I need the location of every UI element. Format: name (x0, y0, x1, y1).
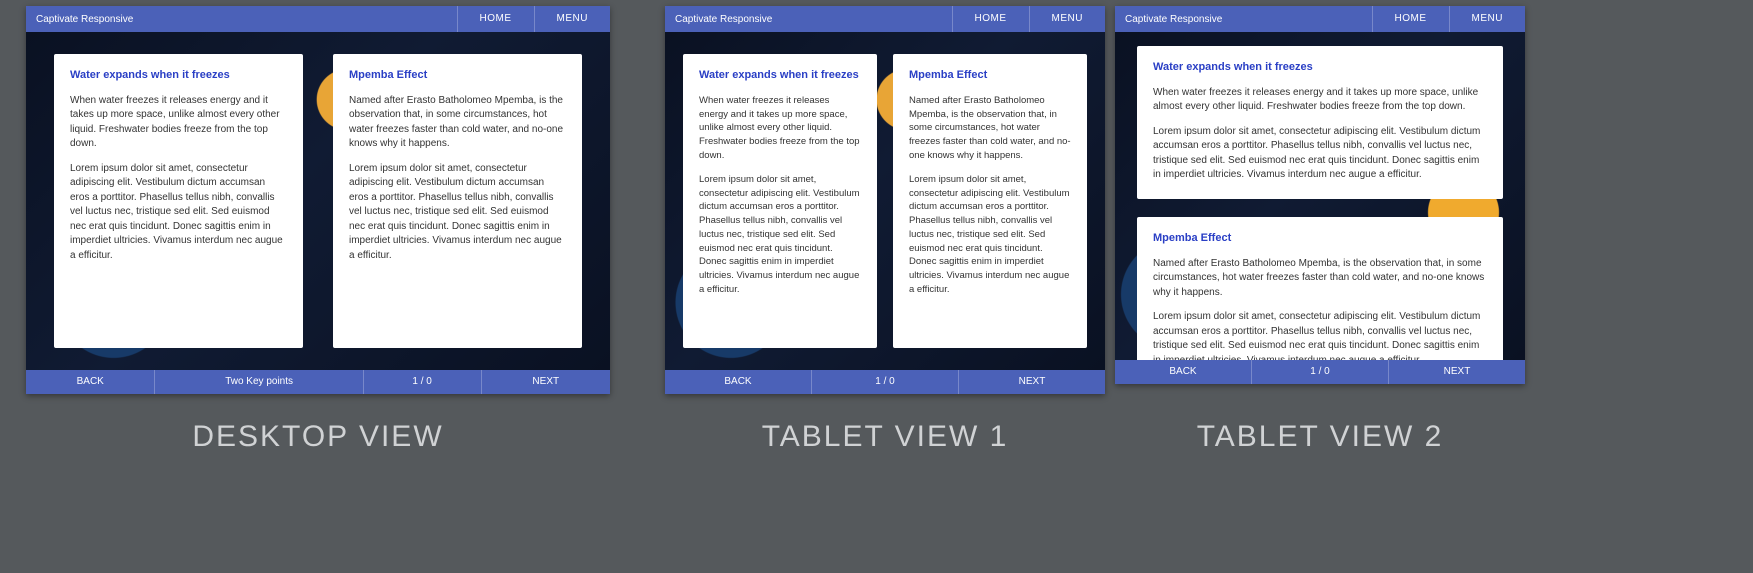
app-title: Captivate Responsive (26, 14, 457, 25)
topbar: Captivate Responsive HOME MENU (26, 6, 610, 32)
next-button[interactable]: NEXT (481, 370, 610, 394)
card-water-p2: Lorem ipsum dolor sit amet, consectetur … (1153, 125, 1487, 183)
card-mpemba-p1: Named after Erasto Batholomeo Mpemba, is… (1153, 257, 1487, 301)
card-mpemba: Mpemba Effect Named after Erasto Batholo… (1137, 217, 1503, 360)
bottombar: BACK 1 / 0 NEXT (665, 370, 1105, 394)
back-button[interactable]: BACK (1115, 360, 1251, 384)
card-water-title: Water expands when it freezes (1153, 60, 1487, 76)
card-mpemba-p2: Lorem ipsum dolor sit amet, consectetur … (909, 173, 1071, 297)
card-mpemba: Mpemba Effect Named after Erasto Batholo… (333, 54, 582, 348)
page-indicator: 1 / 0 (1251, 360, 1388, 384)
lesson-label: Two Key points (154, 370, 362, 394)
next-button[interactable]: NEXT (958, 370, 1105, 394)
content-area: Water expands when it freezes When water… (1115, 32, 1525, 360)
card-water-title: Water expands when it freezes (699, 68, 861, 84)
card-mpemba-p2: Lorem ipsum dolor sit amet, consectetur … (349, 162, 566, 264)
card-mpemba-p1: Named after Erasto Batholomeo Mpemba, is… (349, 94, 566, 152)
card-water: Water expands when it freezes When water… (683, 54, 877, 348)
page-indicator: 1 / 0 (363, 370, 481, 394)
card-water-p1: When water freezes it releases energy an… (70, 94, 287, 152)
frame-tablet2: Captivate Responsive HOME MENU Water exp… (1115, 6, 1525, 384)
card-water-p2: Lorem ipsum dolor sit amet, consectetur … (699, 173, 861, 297)
content-area: Water expands when it freezes When water… (26, 32, 610, 370)
nav-home[interactable]: HOME (457, 6, 534, 32)
nav-menu[interactable]: MENU (1029, 6, 1105, 32)
card-mpemba-p2: Lorem ipsum dolor sit amet, consectetur … (1153, 310, 1487, 360)
next-button[interactable]: NEXT (1388, 360, 1525, 384)
topbar: Captivate Responsive HOME MENU (665, 6, 1105, 32)
bottombar: BACK 1 / 0 NEXT (1115, 360, 1525, 384)
page-indicator: 1 / 0 (811, 370, 958, 394)
caption-desktop: DESKTOP VIEW (26, 420, 610, 454)
caption-tablet1: TABLET VIEW 1 (665, 420, 1105, 454)
content-area: Water expands when it freezes When water… (665, 32, 1105, 370)
frame-desktop: Captivate Responsive HOME MENU Water exp… (26, 6, 610, 394)
app-title: Captivate Responsive (665, 14, 952, 25)
nav-home[interactable]: HOME (1372, 6, 1449, 32)
card-mpemba-title: Mpemba Effect (1153, 231, 1487, 247)
card-water: Water expands when it freezes When water… (54, 54, 303, 348)
topbar: Captivate Responsive HOME MENU (1115, 6, 1525, 32)
card-water-p1: When water freezes it releases energy an… (699, 94, 861, 163)
bottombar: BACK Two Key points 1 / 0 NEXT (26, 370, 610, 394)
nav-menu[interactable]: MENU (1449, 6, 1525, 32)
card-mpemba-title: Mpemba Effect (909, 68, 1071, 84)
card-water-p1: When water freezes it releases energy an… (1153, 86, 1487, 115)
card-mpemba-p1: Named after Erasto Batholomeo Mpemba, is… (909, 94, 1071, 163)
nav-menu[interactable]: MENU (534, 6, 610, 32)
frame-tablet1: Captivate Responsive HOME MENU Water exp… (665, 6, 1105, 394)
back-button[interactable]: BACK (26, 370, 154, 394)
caption-tablet2: TABLET VIEW 2 (1115, 420, 1525, 454)
card-mpemba-title: Mpemba Effect (349, 68, 566, 84)
back-button[interactable]: BACK (665, 370, 811, 394)
app-title: Captivate Responsive (1115, 14, 1372, 25)
card-mpemba: Mpemba Effect Named after Erasto Batholo… (893, 54, 1087, 348)
card-water: Water expands when it freezes When water… (1137, 46, 1503, 199)
nav-home[interactable]: HOME (952, 6, 1029, 32)
card-water-title: Water expands when it freezes (70, 68, 287, 84)
comparison-stage: Captivate Responsive HOME MENU Water exp… (0, 0, 1753, 573)
card-water-p2: Lorem ipsum dolor sit amet, consectetur … (70, 162, 287, 264)
